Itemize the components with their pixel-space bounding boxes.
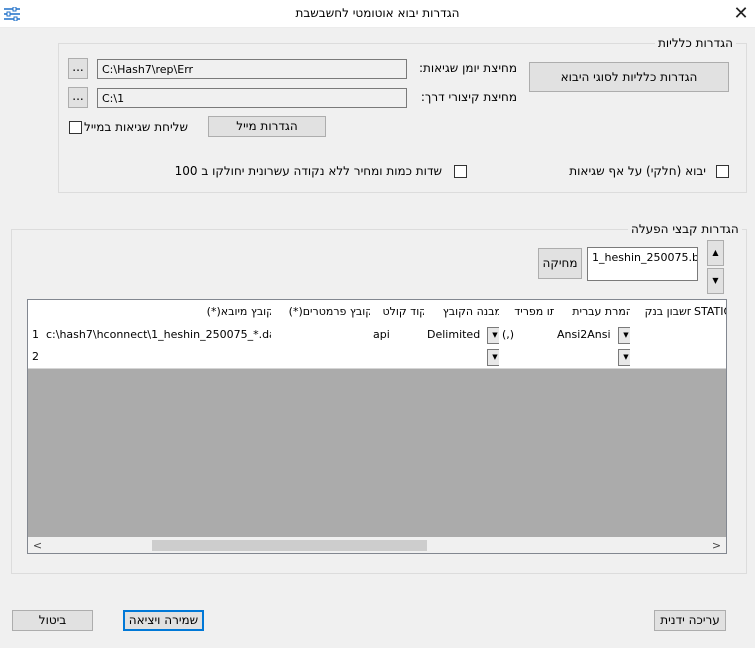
- cell-import-file[interactable]: c:\hash7\hconnect\1_heshin_250075_*.dat: [43, 324, 278, 347]
- cell-bank-account[interactable]: [630, 346, 698, 369]
- col-header-bank-account[interactable]: חשבון בנק: [630, 300, 698, 325]
- cell-import-file[interactable]: [43, 346, 278, 369]
- cell-station[interactable]: [691, 324, 726, 347]
- general-import-settings-button[interactable]: הגדרות כלליות לסוגי היבוא: [529, 62, 729, 92]
- manual-edit-button[interactable]: עריכה ידנית: [654, 610, 726, 631]
- partial-import-checkbox[interactable]: [716, 165, 729, 178]
- general-settings-legend: הגדרות כלליות: [655, 36, 736, 50]
- window-title: הגדרות יבוא אוטומטי לחשבשבת: [295, 6, 460, 20]
- horizontal-scrollbar[interactable]: < >: [28, 537, 726, 553]
- row-number[interactable]: 1: [28, 324, 44, 347]
- save-exit-button[interactable]: שמירה ויציאה: [123, 610, 204, 631]
- hebrew-conv-value: Ansi2Ansi: [557, 328, 611, 341]
- scrollbar-thumb[interactable]: [152, 540, 427, 551]
- cell-file-structure[interactable]: Delimited ▼: [424, 324, 506, 347]
- cell-collector-code[interactable]: [370, 346, 431, 369]
- cell-bank-account[interactable]: [630, 324, 698, 347]
- partial-import-label: יבוא (חלקי) על אף שגיאות: [569, 164, 706, 178]
- arrow-up-icon: ▲: [712, 248, 719, 257]
- col-header-collector-code[interactable]: קוד קולט: [370, 300, 431, 325]
- close-icon[interactable]: ✕: [730, 3, 752, 25]
- cell-separator[interactable]: [499, 346, 561, 369]
- cell-hebrew-conv[interactable]: Ansi2Ansi ▼: [554, 324, 637, 347]
- col-header-params-file[interactable]: קובץ פרמטרים(*): [271, 300, 377, 325]
- browse-shortcuts-button[interactable]: ...: [68, 87, 88, 108]
- mail-settings-button[interactable]: הגדרות מייל: [208, 116, 326, 137]
- send-errors-label: שליחת שגיאות במייל: [84, 120, 188, 134]
- delete-button[interactable]: מחיקה: [538, 248, 582, 279]
- cell-hebrew-conv[interactable]: ▼: [554, 346, 637, 369]
- run-files-legend: הגדרות קבצי הפעלה: [628, 222, 742, 236]
- send-errors-checkbox[interactable]: [69, 121, 82, 134]
- file-structure-value: Delimited: [427, 328, 481, 341]
- cell-separator[interactable]: (,): [499, 324, 561, 347]
- scroll-right-icon[interactable]: >: [709, 538, 724, 553]
- row-number[interactable]: 2: [28, 346, 44, 369]
- arrow-down-icon: ▼: [712, 276, 719, 285]
- cancel-button[interactable]: ביטול: [12, 610, 93, 631]
- qty-price-label: שדות כמות ומחיר ללא נקודה עשרונית יחולקו…: [174, 164, 442, 178]
- errors-log-field[interactable]: C:\Hash7\rep\Err: [97, 59, 407, 79]
- col-header-station[interactable]: STATION: [691, 300, 726, 325]
- browse-errors-button[interactable]: ...: [68, 58, 88, 79]
- errors-log-label: מחיצת יומן שגיאות:: [418, 61, 517, 75]
- col-header-import-file[interactable]: קובץ מיובא(*): [43, 300, 278, 325]
- cell-collector-code[interactable]: api: [370, 324, 431, 347]
- col-header-file-structure[interactable]: מבנה הקובץ: [424, 300, 506, 325]
- scroll-left-icon[interactable]: <: [30, 538, 45, 553]
- cell-file-structure[interactable]: ▼: [424, 346, 506, 369]
- run-file-listbox[interactable]: 1_heshin_250075.bat: [587, 247, 698, 281]
- col-header-separator[interactable]: תו מפריד: [499, 300, 561, 325]
- move-up-button[interactable]: ▲: [707, 240, 724, 266]
- cell-params-file[interactable]: [271, 346, 377, 369]
- move-down-button[interactable]: ▼: [707, 268, 724, 294]
- cell-params-file[interactable]: [271, 324, 377, 347]
- import-grid[interactable]: קובץ מיובא(*) קובץ פרמטרים(*) קוד קולט מ…: [27, 299, 727, 554]
- col-header-hebrew-conv[interactable]: המרת עברית: [554, 300, 637, 325]
- shortcuts-field[interactable]: C:\1: [97, 88, 407, 108]
- qty-price-checkbox[interactable]: [454, 165, 467, 178]
- shortcuts-label: מחיצת קיצורי דרך:: [420, 90, 517, 104]
- cell-station[interactable]: [691, 346, 726, 369]
